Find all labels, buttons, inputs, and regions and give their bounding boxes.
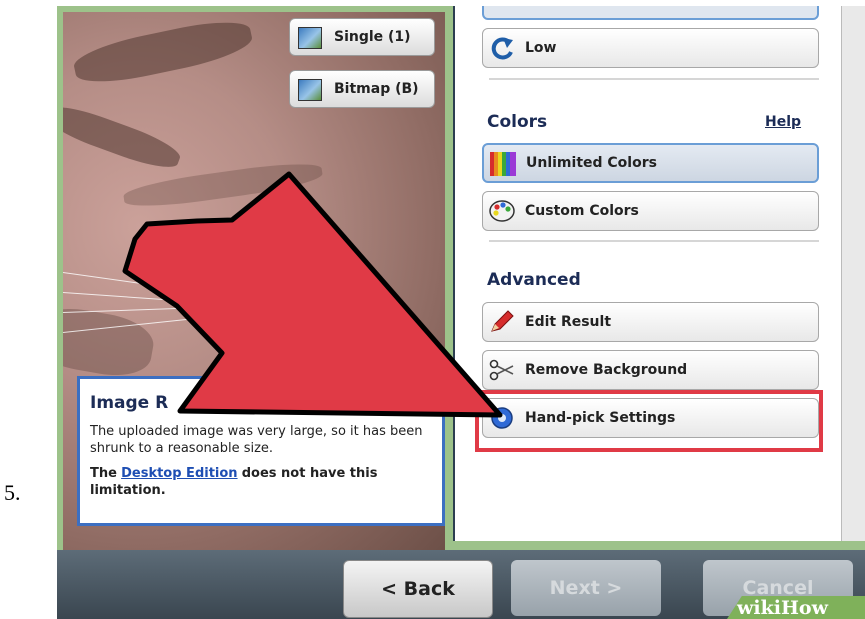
scissors-icon [489,359,514,381]
unlimited-colors-label: Unlimited Colors [526,155,657,171]
edit-result-label: Edit Result [525,314,612,330]
remove-background-label: Remove Background [525,362,688,378]
notice-desktop-text: The Desktop Edition does not have this l… [90,465,432,499]
step-number: 5. [4,480,21,505]
unlimited-colors-button[interactable]: Unlimited Colors [482,143,819,183]
divider [489,78,819,80]
low-quality-button[interactable]: Low [482,28,819,68]
rotate-arrow-icon [491,37,513,60]
bitmap-mode-button[interactable]: Bitmap (B) [289,70,435,108]
custom-colors-label: Custom Colors [525,203,639,219]
next-label: Next > [549,577,623,599]
bitmap-mode-label: Bitmap (B) [334,81,419,97]
watermark-wiki: wiki [737,596,781,619]
low-quality-label: Low [525,40,557,56]
watermark-how: How [780,596,828,619]
image-resize-notice: Image R The uploaded image was very larg… [77,376,445,526]
desktop-edition-link[interactable]: Desktop Edition [121,466,237,481]
notice-text: The uploaded image was very large, so it… [90,424,423,456]
cancel-label: Cancel [742,577,814,599]
image-icon [298,79,322,101]
notice-title: Image R [90,393,169,413]
back-button[interactable]: < Back [343,560,493,618]
single-mode-button[interactable]: Single (1) [289,18,435,56]
back-label: < Back [381,578,455,600]
image-icon [298,27,322,49]
highlight-box [475,390,823,452]
custom-colors-button[interactable]: Custom Colors [482,191,819,231]
pencil-icon [491,310,514,332]
notice-prefix: The [90,466,117,481]
palette-icon [489,200,515,222]
colors-section-title: Colors [487,112,548,132]
wikihow-watermark: wiki How [727,596,865,619]
edit-result-button[interactable]: Edit Result [482,302,819,342]
advanced-section-title: Advanced [487,270,581,290]
help-link[interactable]: Help [765,114,801,130]
color-spectrum-icon [490,152,516,176]
quality-option-partial[interactable] [482,6,819,20]
scrollbar[interactable] [841,6,865,541]
screenshot-frame: Single (1) Bitmap (B) Low Colors Help Un… [57,6,865,619]
remove-background-button[interactable]: Remove Background [482,350,819,390]
single-mode-label: Single (1) [334,29,411,45]
next-button[interactable]: Next > [511,560,661,616]
divider [489,240,819,242]
